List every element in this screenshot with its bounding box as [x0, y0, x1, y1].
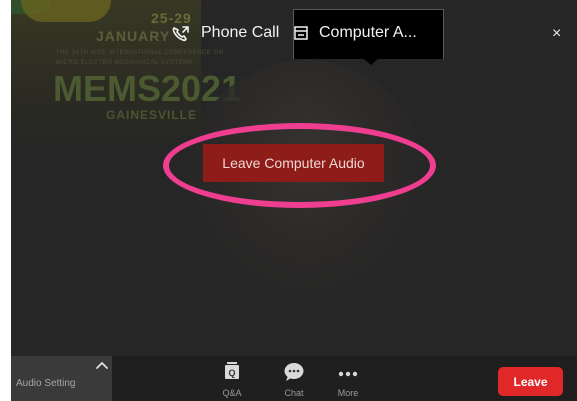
qa-label: Q&A	[222, 388, 242, 398]
chat-label: Chat	[284, 388, 304, 398]
computer-icon	[294, 26, 308, 40]
chat-button[interactable]: Chat	[272, 360, 316, 401]
banner-event-subtitle: GAINESVILLE	[106, 108, 198, 122]
qa-button[interactable]: Q Q&A	[210, 360, 254, 401]
more-icon	[338, 371, 358, 377]
webinar-window: 25-29 JANUARY THE 34TH IEEE INTERNATIONA…	[11, 0, 577, 401]
selected-tab-pointer	[363, 58, 379, 65]
phone-icon[interactable]	[171, 25, 191, 43]
more-button[interactable]: More	[326, 360, 370, 401]
svg-text:Q: Q	[228, 368, 235, 378]
more-label: More	[337, 388, 359, 398]
annotation-highlight-ellipse	[163, 123, 436, 208]
chat-icon	[284, 363, 304, 381]
close-icon[interactable]: ×	[552, 26, 561, 42]
tab-computer-audio-label[interactable]: Computer A...	[319, 24, 417, 42]
tab-phone-call[interactable]: Phone Call	[201, 24, 279, 42]
leave-button[interactable]: Leave	[498, 367, 563, 396]
qa-icon: Q	[225, 362, 239, 379]
audio-setting-label[interactable]: Audio Setting	[16, 378, 76, 389]
audio-tabs-bar: Phone Call Computer A... ×	[11, 0, 577, 65]
chevron-up-icon[interactable]	[96, 361, 108, 369]
